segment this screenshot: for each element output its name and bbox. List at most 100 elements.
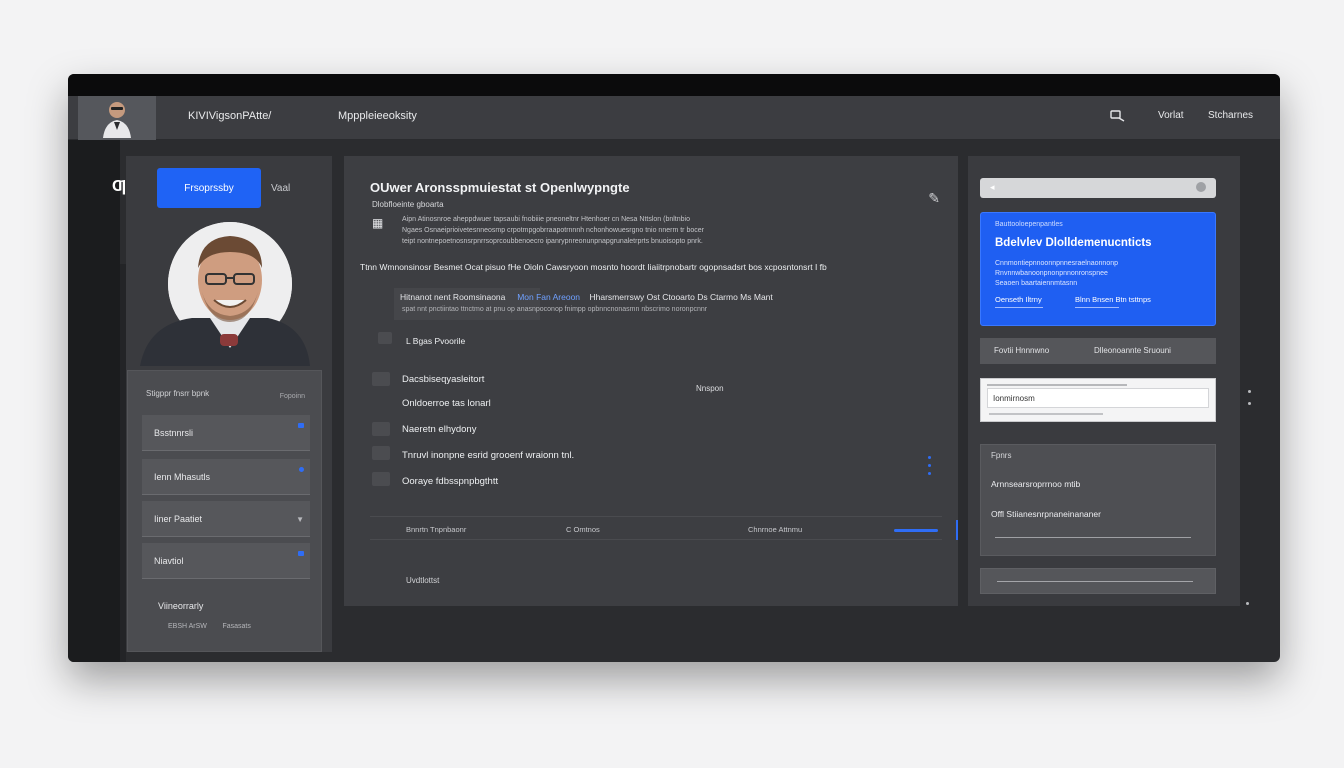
list-item-icon bbox=[372, 446, 390, 460]
page-title: OUwer Aronsspmuiestat st Openlwypngte bbox=[370, 180, 630, 195]
brand-logo-icon[interactable]: Ƣ bbox=[112, 178, 134, 200]
menu-item-label: Niavtiol bbox=[154, 555, 184, 566]
table-footer-row: Bnnrtn Tnpnbaonr C Omtnos Chnrnoe Attnmu bbox=[370, 516, 958, 540]
left-gutter bbox=[68, 140, 120, 662]
input-label-bar bbox=[987, 384, 1127, 386]
card-link-underline bbox=[995, 307, 1043, 308]
footer-cell-2[interactable]: C Omtnos bbox=[566, 525, 600, 534]
footer-cell-3[interactable]: Chnrnoe Attnmu bbox=[748, 525, 802, 534]
edge-handle-icon[interactable] bbox=[1248, 402, 1251, 405]
list-item[interactable]: Onldoerroe tas lonarl bbox=[402, 398, 491, 409]
more-vertical-icon[interactable] bbox=[928, 456, 932, 480]
nav-link-2[interactable]: Mpppleieeoksity bbox=[338, 110, 417, 122]
description-line: Aipn Atinosnroe aheppdwuer tapsaubi fnob… bbox=[402, 216, 690, 223]
person-avatar-icon bbox=[103, 102, 131, 138]
list-item[interactable]: Naeretn elhydony bbox=[402, 424, 476, 435]
card-line: Cnnmontiepnnoonnpnnesraelnaonnonp bbox=[995, 260, 1118, 267]
tag-chip-1[interactable]: Hitnanot nent Roomsinaona bbox=[400, 292, 505, 302]
card-link-1[interactable]: Oenseth Iltrny bbox=[995, 295, 1042, 304]
footer-cell-1[interactable]: Bnnrtn Tnpnbaonr bbox=[406, 525, 466, 534]
tab-secondary[interactable]: Vaal bbox=[271, 178, 307, 198]
nav-link-1[interactable]: KIVIVigsonPAtte/ bbox=[188, 110, 271, 122]
chevron-down-icon: ▼ bbox=[296, 515, 304, 524]
side-note: Nnspon bbox=[696, 384, 724, 393]
description-line: teipt nontnepoetnosnsrpnrrsoprcoubbenoec… bbox=[402, 238, 703, 245]
app-window: KIVIVigsonPAtte/ Mpppleieeoksity Vorlat … bbox=[68, 74, 1280, 662]
tag-chip-2[interactable]: Mon Fan Areoon bbox=[517, 292, 580, 302]
tag-chip-3[interactable]: Hharsmerrswy Ost Ctooarto Ds Ctarmo Ms M… bbox=[590, 292, 773, 302]
list-item-icon bbox=[372, 422, 390, 436]
card-link-underline bbox=[1075, 307, 1119, 308]
profile-portrait bbox=[140, 222, 310, 366]
person-portrait-icon bbox=[140, 222, 310, 366]
card-kicker: Bauttooloepenpantles bbox=[995, 221, 1063, 228]
progress-bar bbox=[894, 529, 938, 532]
slim-card[interactable] bbox=[980, 568, 1216, 594]
menu-footer-title: Viineorrarly bbox=[158, 601, 204, 611]
list-item-icon bbox=[372, 472, 390, 486]
input-helper-bar bbox=[989, 413, 1103, 415]
profile-menu-panel: Stigppr fnsrr bpnk Fopoinn Bsstnnrsli Ie… bbox=[127, 370, 322, 652]
info-card: Fpnrs Arnnsearsroprrnoo mtib Offl Stiian… bbox=[980, 444, 1216, 556]
header-link-vorlat[interactable]: Vorlat bbox=[1158, 110, 1184, 121]
menu-footer-meta: EBSH ArSW Fasasats bbox=[168, 623, 251, 630]
menu-footer-meta-b[interactable]: Fasasats bbox=[222, 623, 250, 630]
menu-footer-meta-a[interactable]: EBSH ArSW bbox=[168, 623, 207, 630]
menu-item-label: Ienn Mhasutls bbox=[154, 471, 211, 482]
page-description: Aipn Atinosnroe aheppdwuer tapsaubi fnob… bbox=[402, 214, 822, 247]
edit-pen-icon[interactable]: ✎ bbox=[928, 190, 940, 207]
card-line: Rnvnnwbanoonpnonpnnonronspnee bbox=[995, 270, 1108, 277]
page-subtitle: Dlobfloeinte gboarta bbox=[372, 200, 444, 209]
header-avatar[interactable] bbox=[78, 96, 156, 140]
title-bar bbox=[68, 74, 1280, 96]
menu-item-2[interactable]: Ienn Mhasutls bbox=[142, 459, 310, 495]
menu-heading-action[interactable]: Fopoinn bbox=[280, 393, 305, 400]
info-card-line-1[interactable]: Arnnsearsroprrnoo mtib bbox=[991, 479, 1080, 489]
header-link-stcharnes[interactable]: Stcharnes bbox=[1208, 110, 1253, 121]
description-line: Ngaes Osnaeiprioivetesnneosmp crpotmpgob… bbox=[402, 227, 704, 234]
filter-row[interactable]: Fovtii Hnnnwno Dlleonoannte Sruouni bbox=[980, 338, 1216, 364]
tag-row: Hitnanot nent Roomsinaona Mon Fan Areoon… bbox=[400, 292, 773, 302]
status-dot-icon bbox=[298, 551, 304, 556]
corner-dot-icon bbox=[1246, 602, 1249, 605]
search-icon[interactable] bbox=[1110, 109, 1126, 126]
info-card-title: Fpnrs bbox=[991, 451, 1012, 460]
search-toggle-icon[interactable] bbox=[1196, 182, 1206, 192]
info-card-divider bbox=[995, 537, 1191, 538]
right-sidebar: ◂ Bauttooloepenpantles Bdelvlev Dlolldem… bbox=[968, 156, 1240, 606]
info-card-line-2[interactable]: Offl Stiianesnrpnaneinananer bbox=[991, 509, 1101, 519]
list-heading: L Bgas Pvoorile bbox=[406, 336, 466, 346]
list-item[interactable]: Tnruvl inonpne esrid grooenf wraionn tnl… bbox=[402, 450, 574, 461]
filter-right[interactable]: Dlleonoannte Sruouni bbox=[1094, 346, 1171, 355]
tag-row-meta: spat nnt pnctiintao ttnctmo at pnu op an… bbox=[402, 306, 708, 313]
tab-primary[interactable]: Frsoprssby bbox=[157, 168, 261, 208]
list-item[interactable]: Ooraye fdbsspnpbgthtt bbox=[402, 476, 498, 487]
bottom-label: Uvdtlottst bbox=[406, 576, 440, 585]
text-input[interactable]: Ionmirnosm bbox=[987, 388, 1209, 408]
list-item-icon bbox=[372, 372, 390, 386]
edge-handle-icon[interactable] bbox=[1248, 390, 1251, 393]
back-arrow-icon[interactable]: ◂ bbox=[990, 182, 995, 193]
main-content-panel: OUwer Aronsspmuiestat st Openlwypngte ✎ … bbox=[344, 156, 958, 606]
menu-item-label: Bsstnnrsli bbox=[154, 427, 194, 438]
search-bar[interactable]: ◂ bbox=[980, 178, 1216, 198]
feature-card[interactable]: Bauttooloepenpantles Bdelvlev Dlolldemen… bbox=[980, 212, 1216, 326]
card-title: Bdelvlev Dlolldemenucnticts bbox=[995, 237, 1152, 249]
scroll-indicator[interactable] bbox=[956, 520, 958, 540]
info-row: Ttnn Wmnonsinosr Besmet Ocat pisuo fHe O… bbox=[360, 262, 827, 272]
status-dot-icon bbox=[298, 423, 304, 428]
menu-item-3[interactable]: Iiner Paatiet ▼ bbox=[142, 501, 310, 537]
pin-icon bbox=[378, 332, 392, 344]
filter-left[interactable]: Fovtii Hnnnwno bbox=[994, 346, 1049, 355]
input-card: Ionmirnosm bbox=[980, 378, 1216, 422]
menu-item-4[interactable]: Niavtiol bbox=[142, 543, 310, 579]
top-navigation-bar: KIVIVigsonPAtte/ Mpppleieeoksity Vorlat … bbox=[68, 96, 1280, 140]
menu-item-1[interactable]: Bsstnnrsli bbox=[142, 415, 310, 451]
menu-item-label: Iiner Paatiet bbox=[154, 513, 203, 524]
card-line: Seaoen baartaiennmtasnn bbox=[995, 280, 1078, 287]
slim-card-divider bbox=[997, 581, 1193, 582]
menu-heading: Stigppr fnsrr bpnk bbox=[146, 389, 210, 398]
list-item[interactable]: Dacsbiseqyasleitort bbox=[402, 374, 484, 385]
card-link-2[interactable]: Blnn Bnsen Btn tsttnps bbox=[1075, 295, 1151, 304]
status-dot-icon bbox=[299, 467, 304, 472]
